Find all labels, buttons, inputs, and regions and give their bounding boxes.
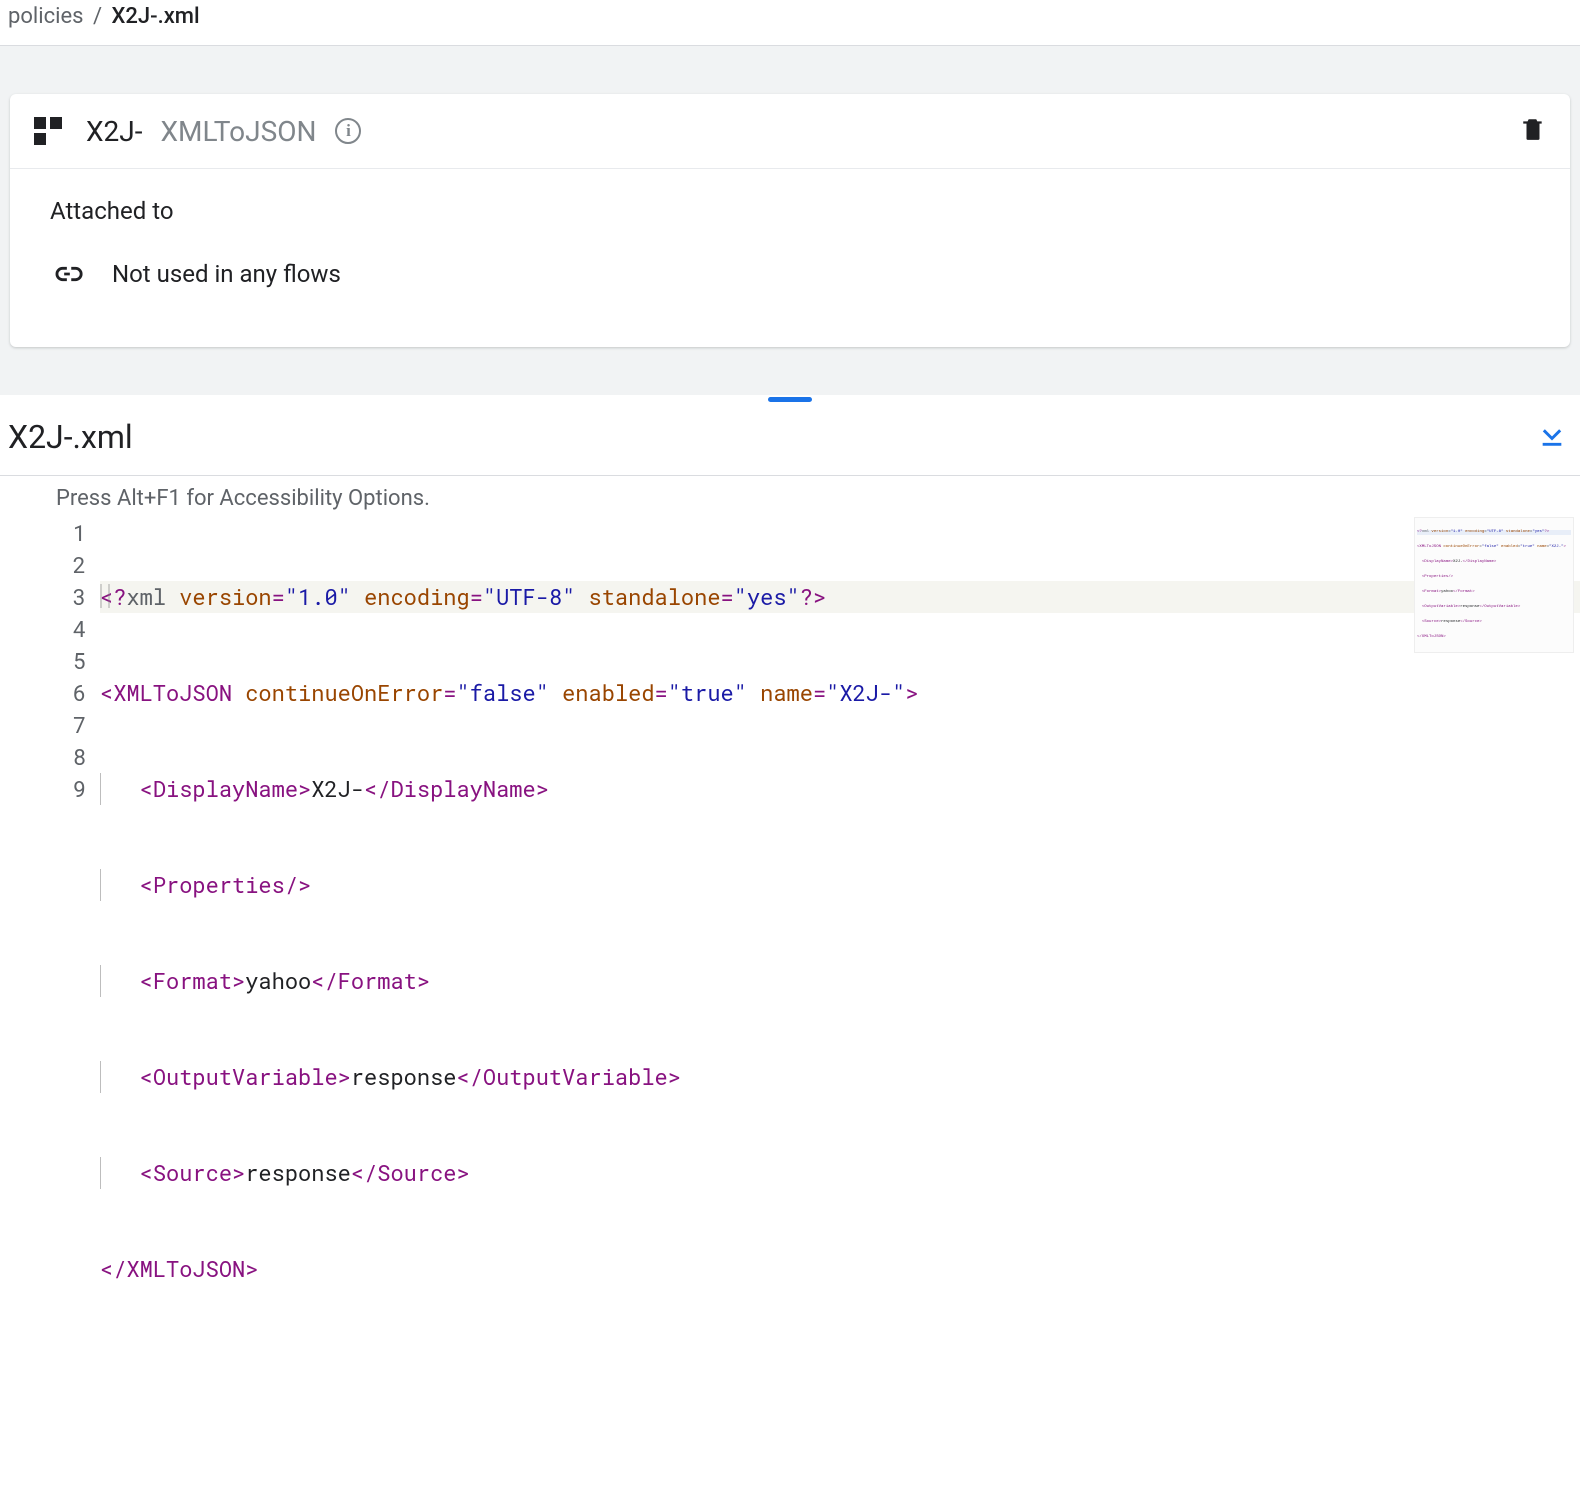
code-line[interactable]: <Source>response</Source>: [100, 1157, 1580, 1189]
code-line[interactable]: </XMLToJSON>: [100, 1253, 1580, 1285]
line-number-gutter: 1 2 3 4 5 6 7 8 9: [0, 517, 100, 1509]
policy-type: XMLToJSON: [160, 115, 316, 148]
chevron-down-icon: [1538, 421, 1566, 449]
code-editor[interactable]: 1 2 3 4 5 6 7 8 9 <?xml version="1.0" en…: [0, 517, 1580, 1509]
breadcrumb-parent[interactable]: policies: [8, 4, 84, 29]
resize-handle[interactable]: [768, 397, 812, 402]
line-number: 9: [0, 773, 86, 805]
breadcrumb: policies / X2J-.xml: [0, 0, 1580, 46]
policy-card-header: X2J- XMLToJSON i: [10, 94, 1570, 169]
line-number: 4: [0, 613, 86, 645]
minimap[interactable]: <?xml version="1.0" encoding="UTF-8" sta…: [1414, 517, 1574, 653]
attached-to-label: Attached to: [50, 197, 1530, 225]
attached-to-row: Not used in any flows: [50, 257, 1530, 291]
detail-panel-background: X2J- XMLToJSON i Attached to Not used in…: [0, 46, 1580, 395]
editor-filename: X2J-.xml: [8, 418, 133, 456]
link-icon: [50, 257, 84, 291]
code-line[interactable]: <Properties/>: [100, 869, 1580, 901]
code-line[interactable]: <Format>yahoo</Format>: [100, 965, 1580, 997]
line-number: 7: [0, 709, 86, 741]
code-line[interactable]: <OutputVariable>response</OutputVariable…: [100, 1061, 1580, 1093]
cursor: [100, 584, 110, 608]
editor-header: X2J-.xml: [0, 403, 1580, 476]
attached-to-status: Not used in any flows: [112, 260, 341, 288]
code-line[interactable]: <DisplayName>X2J-</DisplayName>: [100, 773, 1580, 805]
line-number: 5: [0, 645, 86, 677]
info-icon: i: [335, 118, 361, 144]
line-number: 2: [0, 549, 86, 581]
code-content[interactable]: <?xml version="1.0" encoding="UTF-8" sta…: [100, 517, 1580, 1509]
collapse-editor-button[interactable]: [1534, 417, 1570, 457]
code-line[interactable]: <XMLToJSON continueOnError="false" enabl…: [100, 677, 1580, 709]
line-number: 6: [0, 677, 86, 709]
policy-name: X2J-: [86, 115, 142, 148]
resize-handle-row: [0, 395, 1580, 403]
trash-icon: [1520, 114, 1546, 144]
policy-type-icon: [34, 117, 62, 145]
line-number: 8: [0, 741, 86, 773]
accessibility-hint: Press Alt+F1 for Accessibility Options.: [0, 476, 1580, 517]
delete-button[interactable]: [1520, 114, 1546, 148]
breadcrumb-separator: /: [93, 4, 102, 29]
code-line[interactable]: [100, 1349, 1580, 1381]
code-line[interactable]: <?xml version="1.0" encoding="UTF-8" sta…: [100, 581, 1580, 613]
breadcrumb-current: X2J-.xml: [112, 4, 200, 29]
policy-card: X2J- XMLToJSON i Attached to Not used in…: [10, 94, 1570, 347]
info-button[interactable]: i: [334, 117, 362, 145]
line-number: 1: [0, 517, 86, 549]
line-number: 3: [0, 581, 86, 613]
policy-card-body: Attached to Not used in any flows: [10, 169, 1570, 347]
